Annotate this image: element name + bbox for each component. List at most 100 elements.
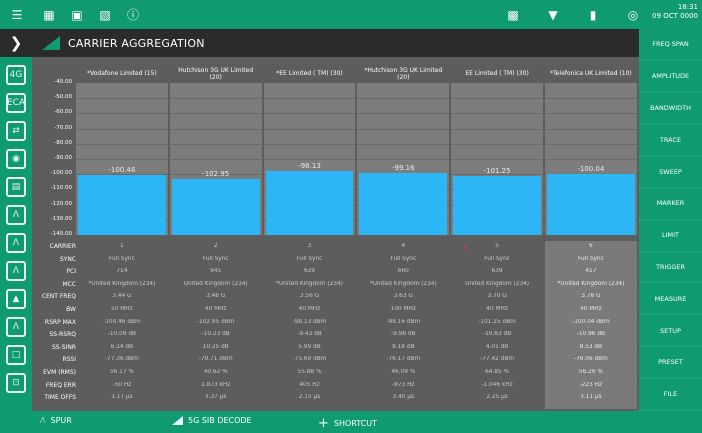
row-label: BW <box>66 306 76 313</box>
bar-value-label: -102.95 <box>202 169 230 178</box>
table-cell: *United Kingdom (234) <box>557 280 625 287</box>
sib-decode-button[interactable]: 5G SIB DECODE <box>172 416 252 425</box>
gps-location-icon[interactable]: ◉ <box>6 149 26 169</box>
table-cell: 40.62 % <box>203 369 228 375</box>
map-icon[interactable]: ▲ <box>6 289 26 309</box>
menu-freq-span[interactable]: FREQ SPAN <box>639 29 702 61</box>
table-cell: 6 <box>589 243 593 249</box>
signal-bars-icon[interactable]: ▤ <box>6 177 26 197</box>
table-cell: -76.06 dBm <box>573 356 608 363</box>
table-cell: 5 <box>495 243 499 249</box>
table-cell: -973 Hz <box>392 381 415 388</box>
y-tick-label: -110.00 <box>50 185 72 192</box>
table-cell: 3.11 µs <box>580 394 602 401</box>
top-toolbar: ☰ ▦ ▣ ▧ ⓘ ▩ ▼ ▮ ◎ 18:31 09 OCT 0000 <box>0 0 702 29</box>
table-cell: -101.25 dBm <box>478 318 516 325</box>
expand-chevron-icon[interactable]: ❯ <box>0 29 32 57</box>
gridline <box>263 113 356 115</box>
menu-trace[interactable]: TRACE <box>639 124 702 157</box>
mode-4g-icon[interactable]: 4G <box>6 65 26 85</box>
carrier-table: CARRIER SYNC PCI MCC CENT FREQ BW RSRP MAX SS-R… <box>32 241 639 409</box>
gridline <box>169 143 262 145</box>
menu-marker[interactable]: MARKER <box>639 188 702 220</box>
table-cell: 2.15 µs <box>298 394 321 401</box>
power-bar <box>171 178 260 235</box>
y-tick-label: -40.00 <box>54 79 72 85</box>
table-cell: *United Kingdom (234) <box>276 280 343 287</box>
power-bar <box>547 174 635 235</box>
table-cell: 639 <box>303 268 316 275</box>
carrier-plot[interactable]: -102.95 <box>169 83 262 235</box>
menu-setup[interactable]: SETUP <box>639 315 702 347</box>
y-tick-label: -130.00 <box>50 215 72 222</box>
menu-file[interactable]: FILE <box>639 379 702 411</box>
table-cell: -10.23 dB <box>201 331 230 338</box>
table-cell: Full Sync <box>484 255 510 262</box>
shortcut-button[interactable]: + SHORTCUT <box>318 416 377 431</box>
carrier-plot[interactable]: -99.16 <box>357 83 450 235</box>
save-icon[interactable]: ▧ <box>94 4 116 26</box>
sync-icon[interactable]: ⇄ <box>6 121 26 141</box>
gridline <box>451 128 543 130</box>
menu-measure[interactable]: MEASURE <box>639 283 702 316</box>
table-cell: 3.78 G <box>581 293 601 300</box>
spur-button[interactable]: Λ SPUR <box>40 416 72 425</box>
grid-icon[interactable]: ▦ <box>38 4 60 26</box>
gridline <box>169 128 262 130</box>
table-cell: -1.046 kHz <box>481 381 513 388</box>
usb-icon[interactable]: ⊡ <box>6 373 26 393</box>
tower-icon[interactable]: Λ <box>6 233 26 253</box>
folder-icon[interactable]: □ <box>6 345 26 365</box>
table-cell: 100 MHz <box>390 306 416 312</box>
main-panel: -40.00 -50.00 -60.00 -70.00 -80.00 -90.00 -100… <box>32 57 639 411</box>
gridline <box>545 159 637 160</box>
y-tick-label: -70.00 <box>54 124 72 131</box>
menu-limit[interactable]: LIMIT <box>639 220 702 252</box>
table-cell: 8.18 dB <box>392 343 415 350</box>
menu-trigger[interactable]: TRIGGER <box>639 252 702 284</box>
table-cell: 3.56 G <box>299 293 320 300</box>
table-cell: 46.09 % <box>391 369 416 375</box>
table-cell: 3.63 G <box>393 293 413 300</box>
table-cell: 55.88 % <box>297 369 322 375</box>
row-label: SYNC <box>59 255 76 263</box>
table-cell: 4 <box>401 243 406 249</box>
row-label: SS-SINR <box>51 343 76 351</box>
antenna-icon[interactable]: Λ <box>6 205 26 225</box>
table-cell: 945 <box>210 268 222 275</box>
carrier-plot[interactable]: -100.04 <box>545 83 637 235</box>
menu-preset[interactable]: PRESET <box>639 347 702 379</box>
carrier-plot[interactable]: -100.46 <box>76 83 168 235</box>
carrier-plot[interactable]: -98.13 <box>263 83 356 235</box>
gridline <box>76 128 168 130</box>
power-bar <box>265 171 354 235</box>
tower-alt-icon[interactable]: Λ <box>6 261 26 281</box>
table-cell: Full Sync <box>202 255 229 262</box>
screen-icon[interactable]: ▩ <box>502 4 524 26</box>
table-cell: -77.36 dBm <box>104 356 139 363</box>
info-icon[interactable]: ⓘ <box>122 4 144 26</box>
bottom-toolbar: Λ SPUR 5G SIB DECODE + SHORTCUT <box>0 411 702 433</box>
table-cell: *United Kingdom (234) <box>369 280 437 287</box>
camera-icon[interactable]: ▣ <box>66 4 88 26</box>
table-cell: Full Sync <box>109 255 135 262</box>
row-label: RSRP MAX <box>44 318 76 326</box>
gps-icon[interactable]: ◎ <box>622 4 644 26</box>
signal-logo-icon <box>172 416 183 425</box>
battery-icon: ▮ <box>589 7 597 22</box>
table-cell: 64.85 % <box>485 369 510 375</box>
menu-amplitude[interactable]: AMPLITUDE <box>639 61 702 93</box>
row-label: MCC <box>62 280 76 288</box>
table-cell: *United Kingdom (234) <box>88 280 156 287</box>
carrier-plot[interactable]: -101.25 <box>451 83 543 235</box>
menu-bandwidth[interactable]: BANDWIDTH <box>639 93 702 125</box>
left-toolbar: ❯ 4G ECA ⇄ ◉ ▤ Λ Λ Λ ▲ Λ □ ⊡ <box>0 29 32 411</box>
page-header: CARRIER AGGREGATION <box>32 29 639 57</box>
table-cell: 3.40 µs <box>392 394 415 401</box>
route-icon[interactable]: Λ <box>6 317 26 337</box>
menu-icon[interactable]: ☰ <box>6 4 28 26</box>
gridline <box>545 113 637 115</box>
mode-eca-icon[interactable]: ECA <box>6 93 26 113</box>
table-cell: 1 <box>120 243 124 249</box>
menu-sweep[interactable]: SWEEP <box>639 156 702 188</box>
